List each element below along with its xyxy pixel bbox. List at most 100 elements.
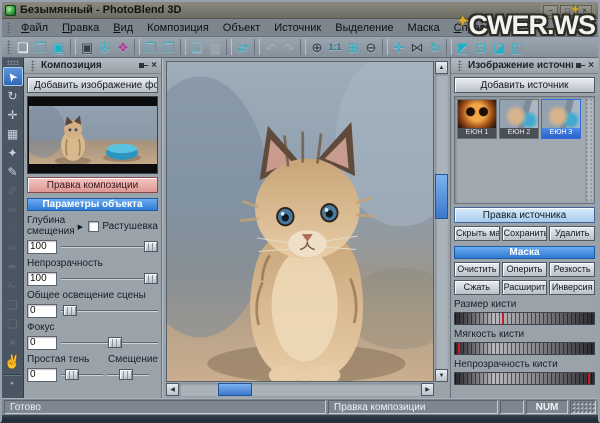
zoom-fit-button[interactable]: ⊞: [344, 38, 362, 56]
resize-grip[interactable]: [570, 400, 596, 414]
brush-tool[interactable]: ✎: [3, 162, 23, 181]
scene-light-slider[interactable]: [61, 304, 158, 317]
sharpen-mask-button[interactable]: Резкость: [549, 262, 595, 277]
menu-composition[interactable]: Композиция: [140, 20, 216, 36]
save-button[interactable]: Сохранить: [502, 226, 548, 241]
shadow-value-input[interactable]: [27, 368, 57, 382]
select-tool[interactable]: ➤: [3, 67, 23, 86]
canvas-horizontal-scrollbar[interactable]: [166, 383, 434, 396]
menu-edit[interactable]: Правка: [55, 20, 106, 36]
pin-icon[interactable]: [576, 61, 585, 70]
brush-opacity-marker[interactable]: [588, 373, 590, 384]
toolbar-grip[interactable]: [7, 40, 11, 54]
clear-mask-button[interactable]: Очистить: [454, 262, 500, 277]
source-thumb-2[interactable]: ЕЮН 2: [499, 99, 539, 139]
toolbar-grip[interactable]: [7, 22, 11, 34]
opacity-slider[interactable]: [61, 272, 158, 285]
shadow-offset-slider[interactable]: [107, 368, 149, 381]
feather-mask-button[interactable]: Оперить: [502, 262, 548, 277]
new-document-button[interactable]: ❏: [14, 38, 32, 56]
menu-file[interactable]: Файл: [14, 20, 55, 36]
focus-value-input[interactable]: [27, 336, 57, 350]
slider-thumb[interactable]: [144, 241, 158, 252]
mirror-object-button[interactable]: ⋈: [408, 38, 426, 56]
brush-size-slider[interactable]: [454, 312, 595, 325]
brush-opacity-slider[interactable]: [454, 372, 595, 385]
add-source-button[interactable]: Добавить источник: [454, 77, 595, 93]
background-image-tool[interactable]: ▦: [3, 124, 23, 143]
zoom-out-button[interactable]: ⊖: [362, 38, 380, 56]
vertical-scroll-track[interactable]: [435, 74, 448, 369]
source-list[interactable]: ЕЮН 1ЕЮН 2ЕЮН 3: [454, 96, 595, 204]
swap-images-button[interactable]: ⇄: [234, 38, 252, 56]
scroll-right-button[interactable]: [421, 383, 434, 396]
brush-softness-slider[interactable]: [454, 342, 595, 355]
slider-thumb[interactable]: [144, 273, 158, 284]
menu-source[interactable]: Источник: [267, 20, 328, 36]
horizontal-scroll-track[interactable]: [179, 383, 421, 396]
expander-icon[interactable]: ▶: [78, 223, 83, 231]
rotate-object-button[interactable]: ↻: [426, 38, 444, 56]
render-3d-button[interactable]: ❖: [114, 38, 132, 56]
expand-mask-button[interactable]: Расширить: [502, 280, 548, 295]
composition-panel-header: Композиция ×: [24, 58, 161, 74]
copy-background-button[interactable]: ❒: [142, 38, 160, 56]
depth-value-input[interactable]: [27, 240, 57, 254]
hide-mask-button[interactable]: Скрыть маску: [454, 226, 500, 241]
canvas-viewport[interactable]: [166, 61, 434, 382]
slider-thumb[interactable]: [63, 305, 77, 316]
menu-view[interactable]: Вид: [106, 20, 140, 36]
source-thumb-1[interactable]: ЕЮН 1: [457, 99, 497, 139]
menu-object[interactable]: Объект: [216, 20, 267, 36]
transform-tool[interactable]: ✛: [3, 105, 23, 124]
scene-light-value-input[interactable]: [27, 304, 57, 318]
composition-thumbnail[interactable]: [27, 96, 158, 174]
panel-close-icon[interactable]: ×: [588, 61, 594, 71]
toolbar-overflow-icon[interactable]: ▸: [11, 379, 15, 387]
panel-grip[interactable]: [458, 60, 462, 71]
depth-slider[interactable]: [61, 240, 158, 253]
edit-composition-button[interactable]: Правка композиции: [27, 177, 158, 193]
move-object-button[interactable]: ✛: [390, 38, 408, 56]
brush-size-marker[interactable]: [502, 313, 504, 324]
scroll-left-button[interactable]: [166, 383, 179, 396]
capture-3d-button[interactable]: ✇: [96, 38, 114, 56]
zoom-in-button[interactable]: ⊕: [308, 38, 326, 56]
source-list-scrollbar[interactable]: [585, 98, 593, 202]
delete-button[interactable]: Удалить: [549, 226, 595, 241]
menu-mask[interactable]: Маска: [401, 20, 447, 36]
open-project-button[interactable]: ❐: [32, 38, 50, 56]
scroll-up-button[interactable]: [435, 61, 448, 74]
zoom-actual-button[interactable]: 1:1: [326, 38, 344, 56]
source-thumb-3[interactable]: ЕЮН 3: [541, 99, 581, 139]
pin-icon[interactable]: [139, 61, 148, 70]
invert-mask-button[interactable]: Инверсия: [549, 280, 595, 295]
horizontal-scroll-thumb[interactable]: [218, 383, 252, 396]
paste-object-button[interactable]: ❑: [188, 38, 206, 56]
shrink-mask-button[interactable]: Сжать: [454, 280, 500, 295]
edit-source-button[interactable]: Правка источника: [454, 207, 595, 223]
focus-slider[interactable]: [61, 336, 158, 349]
shadow-slider[interactable]: [61, 368, 103, 381]
save-project-button[interactable]: ▣: [50, 38, 68, 56]
scroll-down-button[interactable]: [435, 369, 448, 382]
slider-thumb[interactable]: [119, 369, 133, 380]
light-tool[interactable]: ✦: [3, 143, 23, 162]
opacity-value-input[interactable]: [27, 272, 57, 286]
canvas-vertical-scrollbar[interactable]: [435, 61, 448, 382]
copy-object-button[interactable]: ❒: [160, 38, 178, 56]
panel-close-icon[interactable]: ×: [151, 61, 157, 71]
slider-thumb[interactable]: [65, 369, 79, 380]
hand-tool[interactable]: ✌: [3, 352, 23, 371]
toolbar-grip[interactable]: [7, 60, 19, 65]
add-background-button[interactable]: Добавить изображение фона: [27, 77, 158, 93]
menu-selection[interactable]: Выделение: [328, 20, 400, 36]
rotate-tool[interactable]: ↻: [3, 86, 23, 105]
toolbar-separator: [70, 39, 76, 55]
feather-checkbox[interactable]: [88, 221, 99, 232]
brush-softness-marker[interactable]: [458, 343, 460, 354]
panel-grip[interactable]: [31, 60, 35, 71]
slider-thumb[interactable]: [108, 337, 122, 348]
save-image-button[interactable]: ▣: [78, 38, 96, 56]
vertical-scroll-thumb[interactable]: [435, 174, 448, 218]
